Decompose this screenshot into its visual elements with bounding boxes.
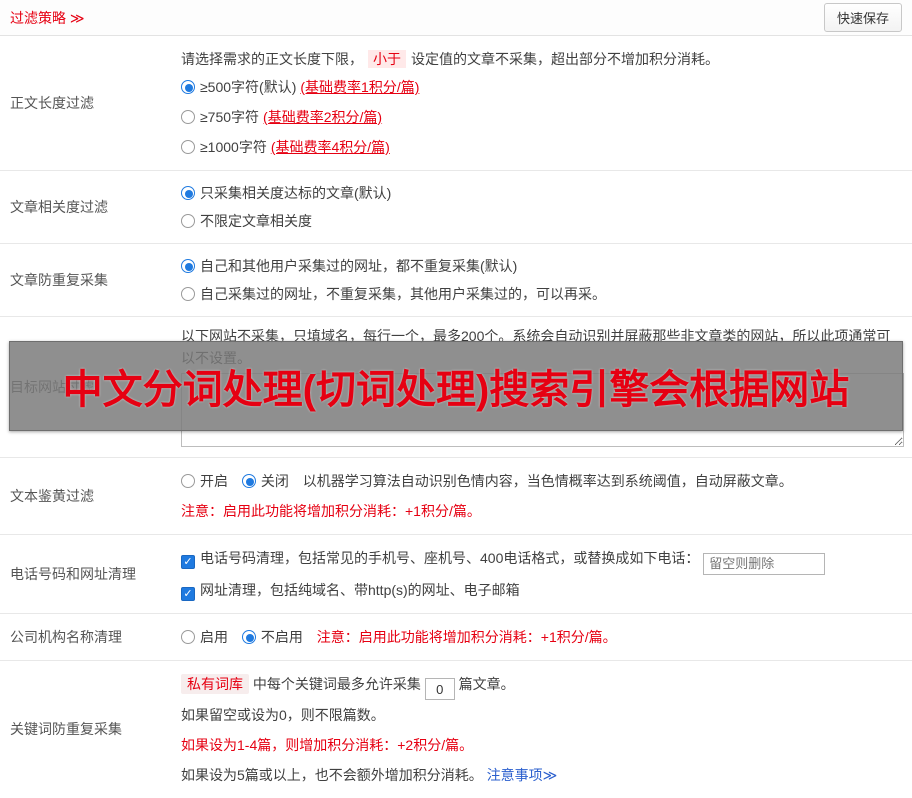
phone-cleanup-option[interactable]: 电话号码清理，包括常见的手机号、座机号、400电话格式，或替换成如下电话： — [181, 543, 904, 575]
radio-icon[interactable] — [181, 259, 195, 273]
porn-filter-description: 以机器学习算法自动识别色情内容，当色情概率达到系统阈值，自动屏蔽文章。 — [303, 473, 793, 489]
option-note: (基础费率2积分/篇) — [263, 109, 382, 125]
porn-filter-label: 文本鉴黄过滤 — [0, 458, 181, 534]
option-label: ≥750字符 — [200, 109, 259, 125]
keyword-limit-input[interactable] — [425, 678, 455, 700]
porn-filter-options: 开启 关闭 以机器学习算法自动识别色情内容，当色情概率达到系统阈值，自动屏蔽文章… — [181, 466, 904, 496]
keyword-rule-5plus: 如果设为5篇或以上，也不会额外增加积分消耗。 注意事项≫ — [181, 760, 904, 790]
quick-save-button[interactable]: 快速保存 — [824, 3, 902, 32]
option-label: 电话号码清理，包括常见的手机号、座机号、400电话格式，或替换成如下电话： — [200, 550, 699, 566]
radio-icon[interactable] — [181, 80, 195, 94]
radio-icon[interactable] — [181, 474, 195, 488]
row-phone-url-cleanup: 电话号码和网址清理 电话号码清理，包括常见的手机号、座机号、400电话格式，或替… — [0, 535, 912, 614]
intro-text-pre: 请选择需求的正文长度下限， — [181, 51, 363, 67]
intro-highlight: 小于 — [368, 50, 406, 68]
watermark-text: 中文分词处理(切词处理)搜索引擎会根据网站 — [63, 357, 850, 415]
length-option-750[interactable]: ≥750字符(基础费率2积分/篇) — [181, 102, 904, 132]
company-option-off[interactable]: 不启用 — [242, 629, 303, 645]
company-cleanup-label: 公司机构名称清理 — [0, 614, 181, 660]
keyword-rule-1-4: 如果设为1-4篇，则增加积分消耗：+2积分/篇。 — [181, 730, 904, 760]
length-option-1000[interactable]: ≥1000字符(基础费率4积分/篇) — [181, 132, 904, 162]
radio-icon[interactable] — [242, 474, 256, 488]
radio-icon[interactable] — [181, 287, 195, 301]
company-cleanup-options: 启用 不启用 注意：启用此功能将增加积分消耗：+1积分/篇。 — [181, 622, 904, 652]
notice-link[interactable]: 注意事项≫ — [487, 767, 558, 783]
company-option-on[interactable]: 启用 — [181, 629, 228, 645]
porn-option-off[interactable]: 关闭 — [242, 473, 289, 489]
limit-text-mid: 中每个关键词最多允许采集 — [253, 676, 421, 692]
option-label: 只采集相关度达标的文章(默认) — [200, 185, 391, 201]
dedup-option-global[interactable]: 自己和其他用户采集过的网址，都不重复采集(默认) — [181, 252, 904, 280]
replacement-phone-input[interactable] — [703, 553, 825, 575]
porn-filter-warning: 注意：启用此功能将增加积分消耗：+1积分/篇。 — [181, 496, 904, 526]
page-title[interactable]: 过滤策略 ≫ — [10, 8, 85, 28]
row-company-cleanup: 公司机构名称清理 启用 不启用 注意：启用此功能将增加积分消耗：+1积分/篇。 — [0, 614, 912, 661]
relevance-filter-label: 文章相关度过滤 — [0, 171, 181, 243]
porn-option-on[interactable]: 开启 — [181, 473, 228, 489]
limit-text-end: 篇文章。 — [459, 676, 515, 692]
checkbox-icon[interactable] — [181, 587, 195, 601]
row-porn-filter: 文本鉴黄过滤 开启 关闭 以机器学习算法自动识别色情内容，当色情概率达到系统阈值… — [0, 458, 912, 535]
option-label: 启用 — [200, 629, 228, 645]
rule-text: 如果设为5篇或以上，也不会额外增加积分消耗。 — [181, 767, 483, 783]
checkbox-icon[interactable] — [181, 555, 195, 569]
keyword-limit-line: 私有词库 中每个关键词最多允许采集 篇文章。 — [181, 669, 904, 701]
row-keyword-dedup: 关键词防重复采集 私有词库 中每个关键词最多允许采集 篇文章。 如果留空或设为0… — [0, 661, 912, 798]
topbar: 过滤策略 ≫ 快速保存 — [0, 0, 912, 36]
radio-icon[interactable] — [181, 110, 195, 124]
row-length-filter: 正文长度过滤 请选择需求的正文长度下限， 小于设定值的文章不采集，超出部分不增加积… — [0, 36, 912, 171]
option-note: (基础费率1积分/篇) — [300, 79, 419, 95]
option-note: (基础费率4积分/篇) — [271, 139, 390, 155]
keyword-rule-zero: 如果留空或设为0，则不限篇数。 — [181, 700, 904, 730]
option-label: 自己和其他用户采集过的网址，都不重复采集(默认) — [200, 258, 517, 274]
radio-icon[interactable] — [181, 140, 195, 154]
option-label: 关闭 — [261, 473, 289, 489]
option-label: 不启用 — [261, 629, 303, 645]
dedup-option-own[interactable]: 自己采集过的网址，不重复采集，其他用户采集过的，可以再采。 — [181, 280, 904, 308]
row-relevance-filter: 文章相关度过滤 只采集相关度达标的文章(默认) 不限定文章相关度 — [0, 171, 912, 244]
length-option-500[interactable]: ≥500字符(默认)(基础费率1积分/篇) — [181, 72, 904, 102]
radio-icon[interactable] — [242, 630, 256, 644]
company-cleanup-warning: 注意：启用此功能将增加积分消耗：+1积分/篇。 — [317, 629, 617, 645]
option-label: 自己采集过的网址，不重复采集，其他用户采集过的，可以再采。 — [200, 286, 606, 302]
option-label: ≥1000字符 — [200, 139, 267, 155]
private-lexicon-link[interactable]: 私有词库 — [181, 674, 249, 694]
watermark-overlay: 中文分词处理(切词处理)搜索引擎会根据网站 — [9, 341, 903, 431]
keyword-dedup-label: 关键词防重复采集 — [0, 661, 181, 798]
relevance-option-strict[interactable]: 只采集相关度达标的文章(默认) — [181, 179, 904, 207]
option-label: ≥500字符(默认) — [200, 79, 296, 95]
radio-icon[interactable] — [181, 630, 195, 644]
relevance-option-any[interactable]: 不限定文章相关度 — [181, 207, 904, 235]
url-cleanup-option[interactable]: 网址清理，包括纯域名、带http(s)的网址、电子邮箱 — [181, 575, 904, 605]
length-filter-intro: 请选择需求的正文长度下限， 小于设定值的文章不采集，超出部分不增加积分消耗。 — [181, 46, 904, 72]
phone-url-cleanup-label: 电话号码和网址清理 — [0, 535, 181, 613]
length-filter-label: 正文长度过滤 — [0, 36, 181, 170]
intro-text-post: 设定值的文章不采集，超出部分不增加积分消耗。 — [411, 51, 719, 67]
dedup-filter-label: 文章防重复采集 — [0, 244, 181, 316]
radio-icon[interactable] — [181, 186, 195, 200]
option-label: 不限定文章相关度 — [200, 213, 312, 229]
radio-icon[interactable] — [181, 214, 195, 228]
row-dedup-filter: 文章防重复采集 自己和其他用户采集过的网址，都不重复采集(默认) 自己采集过的网… — [0, 244, 912, 317]
option-label: 开启 — [200, 473, 228, 489]
option-label: 网址清理，包括纯域名、带http(s)的网址、电子邮箱 — [200, 582, 520, 598]
